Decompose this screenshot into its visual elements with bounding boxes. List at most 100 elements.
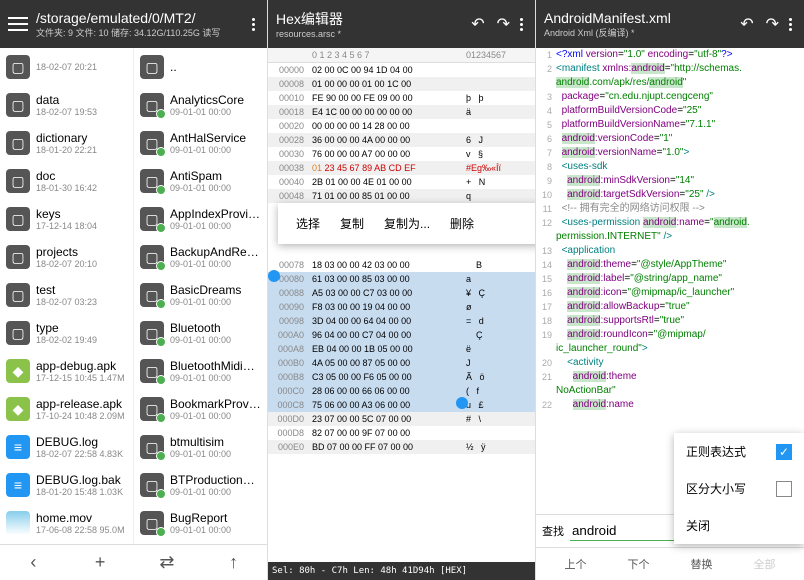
file-item[interactable]: ◆ app-debug.apk 17-12-15 10:45 1.47M	[0, 352, 133, 390]
xml-line[interactable]: 12 <uses-permission android:name="androi…	[536, 216, 804, 230]
hex-row[interactable]: 00038 01 23 45 67 89 AB CD EF #Eg‰«Íï	[268, 161, 535, 175]
file-item[interactable]: ▢ btmultisim 09-01-01 00:00	[134, 428, 267, 466]
context-item-3[interactable]: 删除	[440, 211, 484, 236]
xml-line[interactable]: 11 <!-- 拥有完全的网络访问权限 -->	[536, 202, 804, 216]
xml-line[interactable]: 2 <manifest xmlns:android="http://schema…	[536, 62, 804, 76]
file-item[interactable]: ▢ BugReport 09-01-01 00:00	[134, 504, 267, 542]
hex-row[interactable]: 00048 71 01 00 00 85 01 00 00 q	[268, 189, 535, 203]
xml-line[interactable]: permission.INTERNET" />	[536, 230, 804, 244]
more-icon[interactable]	[248, 18, 259, 31]
xml-line[interactable]: 19 android:roundIcon="@mipmap/	[536, 328, 804, 342]
hex-row[interactable]: 000A8 EB 04 00 00 1B 05 00 00 ë	[268, 342, 535, 356]
file-item[interactable]: ▢ doc 18-01-30 16:42	[0, 162, 133, 200]
xml-line[interactable]: 10 android:targetSdkVersion="25" />	[536, 188, 804, 202]
xml-line[interactable]: 9 android:minSdkVersion="14"	[536, 174, 804, 188]
file-item[interactable]: ▢ AnalyticsCore 09-01-01 00:00	[134, 86, 267, 124]
hex-row[interactable]: 00090 F8 03 00 00 19 04 00 00 ø	[268, 300, 535, 314]
replace-all-button[interactable]: 全部	[754, 556, 776, 572]
xml-line[interactable]: 1 <?xml version="1.0" encoding="utf-8"?>	[536, 48, 804, 62]
hex-row[interactable]: 00000 02 00 0C 00 94 1D 04 00	[268, 63, 535, 77]
xml-line[interactable]: 13 <application	[536, 244, 804, 258]
menu-icon[interactable]	[8, 17, 28, 31]
file-item[interactable]: ▢ BasicDreams 09-01-01 00:00	[134, 276, 267, 314]
hex-content[interactable]: 00000 02 00 0C 00 94 1D 04 00 00008 01 0…	[268, 63, 535, 562]
hex-row[interactable]: 00040 2B 01 00 00 4E 01 00 00 + N	[268, 175, 535, 189]
file-item[interactable]: ▢ data 18-02-07 19:53	[0, 86, 133, 124]
file-item[interactable]: ▢ Bluetooth 09-01-01 00:00	[134, 314, 267, 352]
hex-row[interactable]: 00080 61 03 00 00 85 03 00 00 a	[268, 272, 535, 286]
context-item-0[interactable]: 选择	[286, 211, 330, 236]
file-item[interactable]: ▢ BTProductionLineTool 09-01-01 00:00	[134, 466, 267, 504]
xml-line[interactable]: 20 <activity	[536, 356, 804, 370]
xml-line[interactable]: android.com/apk/res/android"	[536, 76, 804, 90]
hex-row[interactable]: 000E0 BD 07 00 00 FF 07 00 00 ½ ÿ	[268, 440, 535, 454]
hex-row[interactable]: 00030 76 00 00 00 A7 00 00 00 v §	[268, 147, 535, 161]
hex-row[interactable]: 000D8 82 07 00 00 9F 07 00 00	[268, 426, 535, 440]
checkbox-icon[interactable]	[776, 481, 792, 497]
left-file-list[interactable]: ▢ 18-02-07 20:21 ▢ data 18-02-07 19:53 ▢…	[0, 48, 133, 544]
xml-line[interactable]: 7 android:versionName="1.0">	[536, 146, 804, 160]
hex-row[interactable]: 000A0 96 04 00 00 C7 04 00 00 Ç	[268, 328, 535, 342]
file-item[interactable]: ▢ AppIndexProvider 09-01-01 00:00	[134, 200, 267, 238]
redo-icon[interactable]: ↷	[491, 14, 516, 34]
xml-line[interactable]: 17 android:allowBackup="true"	[536, 300, 804, 314]
hex-row[interactable]: 000D0 23 07 00 00 5C 07 00 00 # \	[268, 412, 535, 426]
hex-row[interactable]: 00008 01 00 00 00 01 00 1C 00	[268, 77, 535, 91]
file-item[interactable]: ≡ DEBUG.log.bak 18-01-20 15:48 1.03K	[0, 466, 133, 504]
more-icon[interactable]	[516, 18, 527, 31]
hex-row[interactable]: 000C8 75 06 00 00 A3 06 00 00 u £	[268, 398, 535, 412]
more-icon[interactable]	[785, 18, 796, 31]
file-item[interactable]: ≡ DEBUG.log 18-02-07 22:58 4.83K	[0, 428, 133, 466]
next-button[interactable]: 下个	[628, 556, 650, 572]
hex-row[interactable]: 00010 FE 90 00 00 FE 09 00 00 þ þ	[268, 91, 535, 105]
xml-line[interactable]: 3 package="cn.edu.njupt.cengceng"	[536, 90, 804, 104]
popup-item-2[interactable]: 关闭	[674, 507, 804, 544]
popup-item-1[interactable]: 区分大小写	[674, 470, 804, 507]
hex-row[interactable]: 000B8 C3 05 00 00 F6 05 00 00 Ã ö	[268, 370, 535, 384]
context-item-2[interactable]: 复制为...	[374, 211, 440, 236]
path-title[interactable]: /storage/emulated/0/MT2/	[36, 10, 248, 26]
xml-line[interactable]: 4 platformBuildVersionCode="25"	[536, 104, 804, 118]
undo-icon[interactable]: ↶	[734, 14, 759, 34]
replace-button[interactable]: 替换	[691, 556, 713, 572]
file-item[interactable]: ▢ BackupAndRestore 09-01-01 00:00	[134, 238, 267, 276]
file-item[interactable]: ▢ projects 18-02-07 20:10	[0, 238, 133, 276]
xml-line[interactable]: ic_launcher_round">	[536, 342, 804, 356]
undo-icon[interactable]: ↶	[465, 14, 490, 34]
file-item[interactable]: ▢ BluetoothMidiService 09-01-01 00:00	[134, 352, 267, 390]
xml-line[interactable]: 22 android:name	[536, 398, 804, 412]
file-item[interactable]: ▢ type 18-02-02 19:49	[0, 314, 133, 352]
prev-button[interactable]: 上个	[565, 556, 587, 572]
context-item-1[interactable]: 复制	[330, 211, 374, 236]
xml-line[interactable]: 16 android:icon="@mipmap/ic_launcher"	[536, 286, 804, 300]
file-item[interactable]: ▢ dictionary 18-01-20 22:21	[0, 124, 133, 162]
checkbox-icon[interactable]: ✓	[776, 444, 792, 460]
file-item[interactable]: ▢ test 18-02-07 03:23	[0, 276, 133, 314]
redo-icon[interactable]: ↷	[760, 14, 785, 34]
file-item[interactable]: ▢ BookmarkProvider 09-01-01 00:00	[134, 390, 267, 428]
hex-row[interactable]: 00028 36 00 00 00 4A 00 00 00 6 J	[268, 133, 535, 147]
file-item[interactable]: ▢ AntiSpam 09-01-01 00:00	[134, 162, 267, 200]
hex-row[interactable]: 00088 A5 03 00 00 C7 03 00 00 ¥ Ç	[268, 286, 535, 300]
hex-row[interactable]: 00018 E4 1C 00 00 00 00 00 00 ä	[268, 105, 535, 119]
hex-row[interactable]: 000C0 28 06 00 00 66 06 00 00 ( f	[268, 384, 535, 398]
hex-row[interactable]: 00020 00 00 00 00 14 28 00 00	[268, 119, 535, 133]
add-button[interactable]: +	[67, 545, 134, 580]
popup-item-0[interactable]: 正则表达式 ✓	[674, 433, 804, 470]
up-button[interactable]: ↑	[200, 545, 267, 580]
back-button[interactable]: ‹	[0, 545, 67, 580]
xml-line[interactable]: 14 android:theme="@style/AppTheme"	[536, 258, 804, 272]
file-item[interactable]: ▢ 18-02-07 20:21	[0, 48, 133, 86]
xml-line[interactable]: NoActionBar"	[536, 384, 804, 398]
selection-end-handle[interactable]	[456, 397, 468, 409]
xml-line[interactable]: 18 android:supportsRtl="true"	[536, 314, 804, 328]
file-item[interactable]: ▢ AntHalService 09-01-01 00:00	[134, 124, 267, 162]
file-item[interactable]: ▢ keys 17-12-14 18:04	[0, 200, 133, 238]
xml-line[interactable]: 6 android:versionCode="1"	[536, 132, 804, 146]
hex-row[interactable]: 00078 18 03 00 00 42 03 00 00 B	[268, 258, 535, 272]
file-item[interactable]: ◆ app-release.apk 17-10-24 10:48 2.09M	[0, 390, 133, 428]
hex-row[interactable]: 00098 3D 04 00 00 64 04 00 00 = d	[268, 314, 535, 328]
xml-line[interactable]: 5 platformBuildVersionName="7.1.1"	[536, 118, 804, 132]
selection-start-handle[interactable]	[268, 270, 280, 282]
xml-line[interactable]: 21 android:theme	[536, 370, 804, 384]
